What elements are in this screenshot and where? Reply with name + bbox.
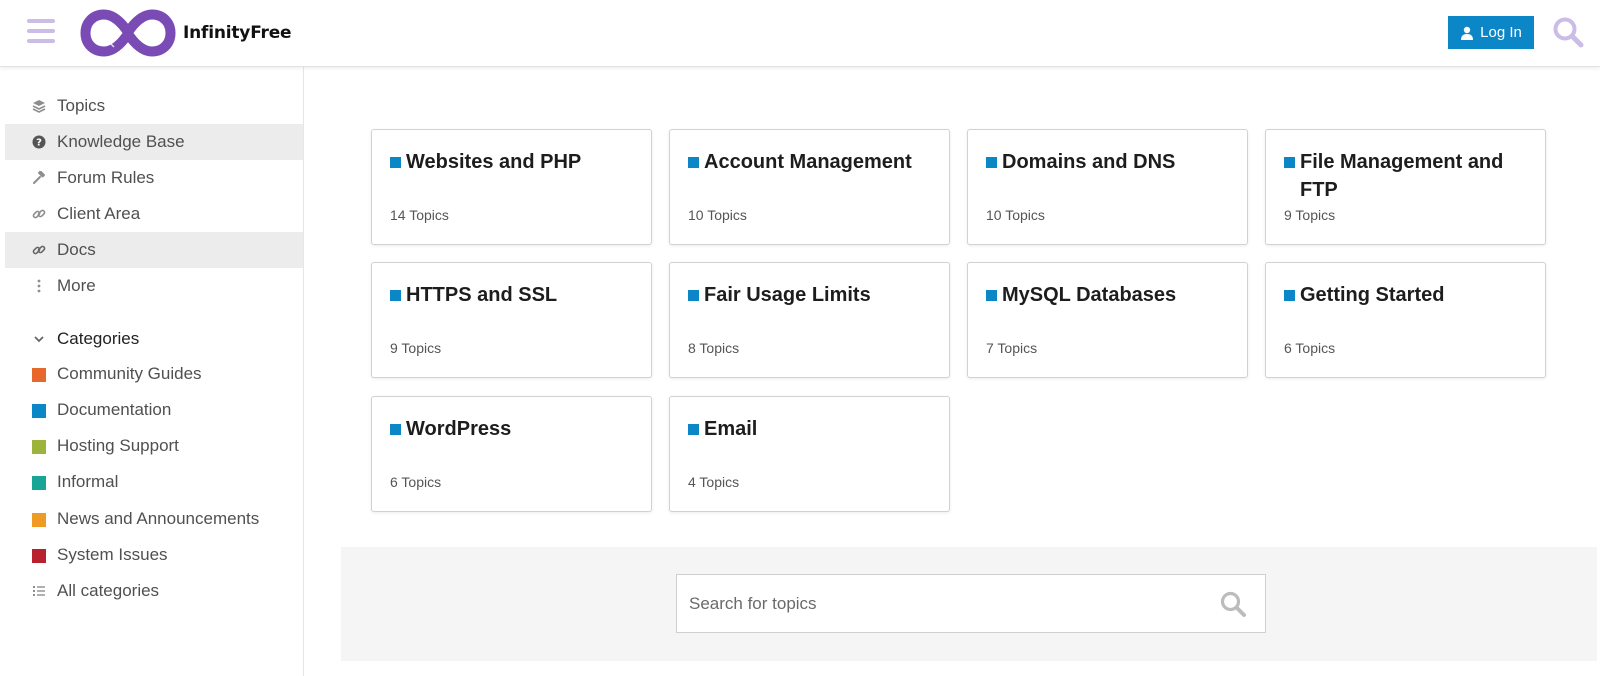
card-title: Fair Usage Limits: [688, 281, 938, 309]
question-circle-icon: ?: [32, 135, 46, 149]
category-color-swatch: [688, 157, 699, 168]
sidebar-category-informal[interactable]: Informal: [5, 464, 303, 500]
sidebar-category-system-issues[interactable]: System Issues: [5, 537, 303, 573]
vertical-ellipsis-icon: [37, 279, 41, 293]
sidebar-item-client-area[interactable]: Client Area: [5, 196, 303, 232]
card-topic-count: 10 Topics: [688, 207, 747, 223]
card-title: WordPress: [390, 415, 640, 443]
category-card-account-management[interactable]: Account Management 10 Topics: [669, 129, 950, 245]
card-title: Account Management: [688, 148, 938, 176]
card-title: File Management and FTP: [1284, 148, 1534, 204]
category-color-swatch: [390, 290, 401, 301]
category-card-fair-usage-limits[interactable]: Fair Usage Limits 8 Topics: [669, 262, 950, 378]
category-card-websites-and-php[interactable]: Websites and PHP 14 Topics: [371, 129, 652, 245]
card-title: MySQL Databases: [986, 281, 1236, 309]
card-topic-count: 14 Topics: [390, 207, 449, 223]
category-color-swatch: [32, 549, 46, 563]
sidebar-item-label: Hosting Support: [57, 436, 179, 455]
search-icon[interactable]: [1219, 590, 1247, 618]
login-button[interactable]: Log In: [1448, 16, 1534, 49]
category-color-swatch: [986, 290, 997, 301]
sidebar-item-label: Topics: [57, 96, 106, 115]
card-topic-count: 6 Topics: [1284, 340, 1336, 356]
link-icon: [32, 245, 46, 255]
sidebar-category-community-guides[interactable]: Community Guides: [5, 356, 303, 392]
gavel-icon: [33, 171, 45, 184]
category-color-swatch: [32, 476, 46, 490]
card-title: Getting Started: [1284, 281, 1534, 309]
layers-icon: [32, 100, 46, 113]
sidebar-item-label: Knowledge Base: [57, 132, 185, 151]
sidebar-category-news-and-announcements[interactable]: News and Announcements: [5, 501, 303, 537]
list-icon: [33, 586, 45, 596]
sidebar-item-more[interactable]: More: [5, 268, 303, 304]
sidebar-item-label: Community Guides: [57, 364, 202, 383]
sidebar-item-forum-rules[interactable]: Forum Rules: [5, 160, 303, 196]
sidebar-item-label: Client Area: [57, 204, 141, 223]
category-card-https-and-ssl[interactable]: HTTPS and SSL 9 Topics: [371, 262, 652, 378]
categories-header-label: Categories: [57, 329, 140, 348]
sidebar-item-label: Documentation: [57, 400, 172, 419]
card-topic-count: 4 Topics: [688, 474, 740, 490]
sidebar-item-label: Informal: [57, 472, 119, 491]
category-card-getting-started[interactable]: Getting Started 6 Topics: [1265, 262, 1546, 378]
sidebar-item-label: System Issues: [57, 545, 168, 564]
sidebar-item-label: All categories: [57, 581, 160, 600]
category-color-swatch: [32, 440, 46, 454]
category-color-swatch: [32, 513, 46, 527]
chevron-down-icon: [34, 336, 44, 343]
search-icon[interactable]: [1552, 16, 1584, 48]
category-card-mysql-databases[interactable]: MySQL Databases 7 Topics: [967, 262, 1248, 378]
sidebar-item-label: Docs: [57, 240, 96, 259]
sidebar: Topics ? Knowledge Base Forum Rules Clie…: [0, 67, 304, 676]
sidebar-item-label: News and Announcements: [57, 509, 260, 528]
category-color-swatch: [1284, 290, 1295, 301]
search-input[interactable]: [689, 575, 1209, 632]
category-color-swatch: [1284, 157, 1295, 168]
sidebar-item-topics[interactable]: Topics: [5, 88, 303, 124]
category-color-swatch: [688, 290, 699, 301]
card-topic-count: 6 Topics: [390, 474, 442, 490]
category-color-swatch: [986, 157, 997, 168]
svg-text:?: ?: [36, 138, 42, 149]
site-logo[interactable]: InfinityFree: [80, 7, 292, 59]
category-card-wordpress[interactable]: WordPress 6 Topics: [371, 396, 652, 512]
sidebar-item-docs[interactable]: Docs: [5, 232, 303, 268]
category-color-swatch: [390, 157, 401, 168]
card-topic-count: 8 Topics: [688, 340, 740, 356]
sidebar-item-knowledge-base[interactable]: ? Knowledge Base: [5, 124, 303, 160]
card-topic-count: 7 Topics: [986, 340, 1038, 356]
card-topic-count: 9 Topics: [1284, 207, 1336, 223]
card-title: HTTPS and SSL: [390, 281, 640, 309]
search-panel: [341, 547, 1597, 661]
category-card-file-management-and-ftp[interactable]: File Management and FTP 9 Topics: [1265, 129, 1546, 245]
card-title: Websites and PHP: [390, 148, 640, 176]
category-color-swatch: [32, 368, 46, 382]
card-topic-count: 9 Topics: [390, 340, 442, 356]
sidebar-item-all-categories[interactable]: All categories: [5, 573, 303, 609]
card-title: Email: [688, 415, 938, 443]
login-label: Log In: [1480, 24, 1522, 41]
user-icon: [1461, 26, 1474, 40]
sidebar-category-documentation[interactable]: Documentation: [5, 392, 303, 428]
brand-name: InfinityFree: [183, 23, 292, 43]
infinity-logo-icon: [80, 9, 176, 57]
sidebar-item-label: More: [57, 276, 96, 295]
sidebar-category-hosting-support[interactable]: Hosting Support: [5, 428, 303, 464]
category-card-email[interactable]: Email 4 Topics: [669, 396, 950, 512]
category-color-swatch: [390, 424, 401, 435]
hamburger-menu-icon[interactable]: [27, 18, 55, 44]
category-color-swatch: [32, 404, 46, 418]
sidebar-item-label: Forum Rules: [57, 168, 155, 187]
category-card-domains-and-dns[interactable]: Domains and DNS 10 Topics: [967, 129, 1248, 245]
card-topic-count: 10 Topics: [986, 207, 1045, 223]
site-header: InfinityFree Log In: [0, 0, 1600, 67]
category-color-swatch: [688, 424, 699, 435]
link-icon: [32, 209, 46, 219]
card-title: Domains and DNS: [986, 148, 1236, 176]
search-box[interactable]: [676, 574, 1266, 633]
categories-toggle[interactable]: Categories: [5, 322, 303, 356]
